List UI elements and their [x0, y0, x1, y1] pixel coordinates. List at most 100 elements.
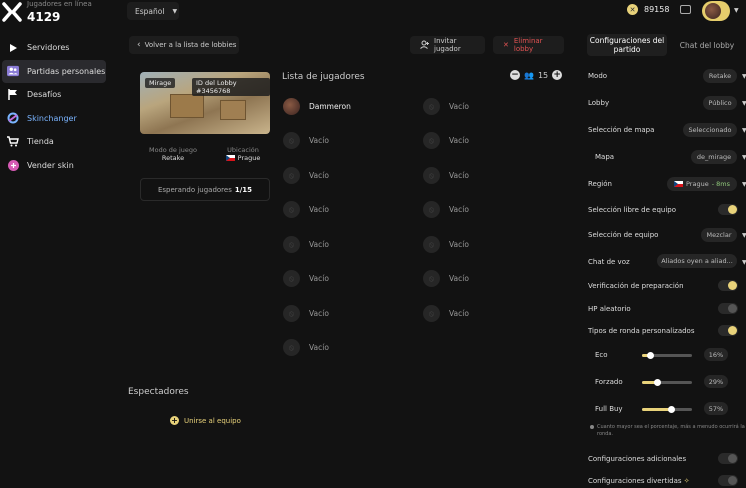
chevron-down-icon: ▼: [742, 127, 746, 134]
add-user-icon: [420, 40, 430, 51]
player-slot[interactable]: ⦸ Vacío: [423, 98, 469, 115]
decrease-players-button[interactable]: −: [510, 70, 520, 80]
sidebar: Jugadores en línea 4129 Servidores Parti…: [0, 0, 110, 488]
empty-slot-icon: ⦸: [283, 167, 300, 184]
player-slot[interactable]: ⦸ Vacío: [283, 167, 329, 184]
avatar: [283, 98, 300, 115]
czech-flag-icon: [225, 155, 235, 161]
player-slot[interactable]: ⦸ Vacío: [283, 132, 329, 149]
eco-percentage: 16%: [704, 348, 728, 361]
play-icon: [7, 42, 19, 54]
sidebar-item-label: Desafíos: [27, 90, 62, 100]
chevron-down-icon: ▼: [742, 232, 746, 239]
team-selection-label: Selección de equipo: [588, 231, 659, 239]
empty-slot-icon: ⦸: [283, 270, 300, 287]
additional-settings-label: Configuraciones adicionales: [588, 455, 687, 463]
empty-slot-icon: ⦸: [423, 98, 440, 115]
waiting-count: 1/15: [234, 185, 253, 194]
sell-skin-icon: [7, 159, 19, 171]
additional-settings-toggle[interactable]: [718, 453, 738, 464]
mode-label: Modo: [588, 72, 608, 80]
skinchanger-icon: [7, 112, 19, 124]
custom-rounds-toggle[interactable]: [718, 325, 738, 336]
sidebar-item-servidores[interactable]: Servidores: [2, 36, 106, 60]
region-select[interactable]: Prague - 8ms: [667, 177, 737, 191]
team-selection-select[interactable]: Mezclar: [701, 228, 737, 242]
sidebar-item-vender-skin[interactable]: Vender skin: [2, 154, 106, 178]
chevron-down-icon: ▼: [742, 100, 746, 107]
free-team-selection-toggle[interactable]: [718, 204, 738, 215]
custom-rounds-label: Tipos de ronda personalizados: [588, 327, 695, 335]
ready-check-toggle[interactable]: [718, 280, 738, 291]
sidebar-item-tienda[interactable]: Tienda: [2, 130, 106, 154]
fun-settings-toggle[interactable]: [718, 475, 738, 486]
language-value: Español: [135, 6, 165, 16]
info-icon: [590, 425, 594, 429]
player-count-control: − 👥 15 +: [510, 70, 563, 80]
player-slot[interactable]: ⦸ Vacío: [283, 270, 329, 287]
player-slot[interactable]: ⦸ Vacío: [423, 270, 469, 287]
delete-lobby-button[interactable]: ✕ Eliminar lobby: [493, 36, 564, 54]
map-select[interactable]: de_mirage: [691, 150, 737, 164]
back-to-lobbies-button[interactable]: ‹ Volver a la lista de lobbies: [129, 36, 239, 54]
plus-icon: +: [170, 416, 179, 425]
fullbuy-percentage: 57%: [704, 402, 728, 415]
users-icon: [7, 65, 19, 77]
empty-slot-icon: ⦸: [423, 236, 440, 253]
sidebar-item-label: Vender skin: [27, 160, 74, 170]
player-slot[interactable]: ⦸ Vacío: [283, 201, 329, 218]
tab-match-settings[interactable]: Configuraciones del partido: [587, 34, 667, 56]
player-slot[interactable]: ⦸ Vacío: [283, 236, 329, 253]
player-slot[interactable]: ⦸ Vacío: [423, 236, 469, 253]
users-icon: 👥: [524, 70, 534, 80]
sidebar-item-skinchanger[interactable]: Skinchanger: [2, 107, 106, 131]
random-hp-label: HP aleatorio: [588, 305, 631, 313]
lobby-type-select[interactable]: Público: [703, 96, 737, 110]
fun-settings-label: Configuraciones divertidas ✧: [588, 477, 690, 485]
sidebar-item-desafios[interactable]: Desafíos: [2, 83, 106, 107]
max-players-value: 15: [537, 70, 549, 80]
invite-player-button[interactable]: Invitar jugador: [410, 36, 485, 54]
lobby-main: ‹ Volver a la lista de lobbies Invitar j…: [110, 24, 582, 488]
language-select[interactable]: Español ▼: [127, 2, 179, 20]
empty-slot-icon: ⦸: [423, 132, 440, 149]
random-hp-toggle[interactable]: [718, 303, 738, 314]
forced-slider[interactable]: [642, 379, 692, 386]
settings-panel: Configuraciones del partido Chat del lob…: [582, 24, 746, 488]
tab-lobby-chat[interactable]: Chat del lobby: [677, 34, 737, 56]
coin-amount: 89158: [644, 5, 670, 14]
game-mode-value: Retake: [161, 154, 185, 162]
czech-flag-icon: [674, 181, 683, 187]
player-slot[interactable]: ⦸ Vacío: [283, 339, 329, 356]
map-image: [170, 94, 204, 118]
increase-players-button[interactable]: +: [552, 70, 563, 80]
map-label: Mapa: [595, 153, 615, 161]
player-slot[interactable]: ⦸ Vacío: [423, 201, 469, 218]
chevron-down-icon[interactable]: ▼: [734, 7, 739, 14]
chevron-down-icon: ▼: [742, 73, 746, 80]
player-slot[interactable]: ⦸ Vacío: [423, 167, 469, 184]
sidebar-item-partidas-personales[interactable]: Partidas personales: [2, 59, 106, 83]
user-avatar-button[interactable]: [702, 1, 730, 21]
region-label: Región: [588, 180, 612, 188]
chevron-down-icon: ▼: [742, 259, 746, 266]
lobby-id-badge: ID del Lobby #3456768: [192, 78, 270, 96]
player-slot[interactable]: ⦸ Vacío: [423, 305, 469, 322]
player-slot[interactable]: ⦸ Vacío: [423, 132, 469, 149]
online-players-label: Jugadores en línea: [27, 0, 92, 8]
join-team-button[interactable]: + Unirse al equipo: [170, 416, 241, 425]
mail-icon[interactable]: [680, 5, 691, 14]
player-slot[interactable]: ⦸ Vacío: [283, 305, 329, 322]
coin-icon: ✕: [627, 4, 638, 15]
fullbuy-slider[interactable]: [642, 406, 692, 413]
voice-chat-select[interactable]: Aliados oyen a aliad...: [657, 254, 737, 268]
close-icon: ✕: [503, 41, 509, 49]
waiting-players-box: Esperando jugadores 1/15: [140, 178, 270, 201]
map-selection-select[interactable]: Seleccionado: [683, 123, 737, 137]
eco-slider[interactable]: [642, 352, 692, 359]
player-slot[interactable]: Dammeron: [283, 98, 351, 115]
voice-chat-label: Chat de voz: [588, 258, 630, 266]
empty-slot-icon: ⦸: [283, 201, 300, 218]
empty-slot-icon: ⦸: [283, 236, 300, 253]
mode-select[interactable]: Retake: [703, 69, 737, 83]
